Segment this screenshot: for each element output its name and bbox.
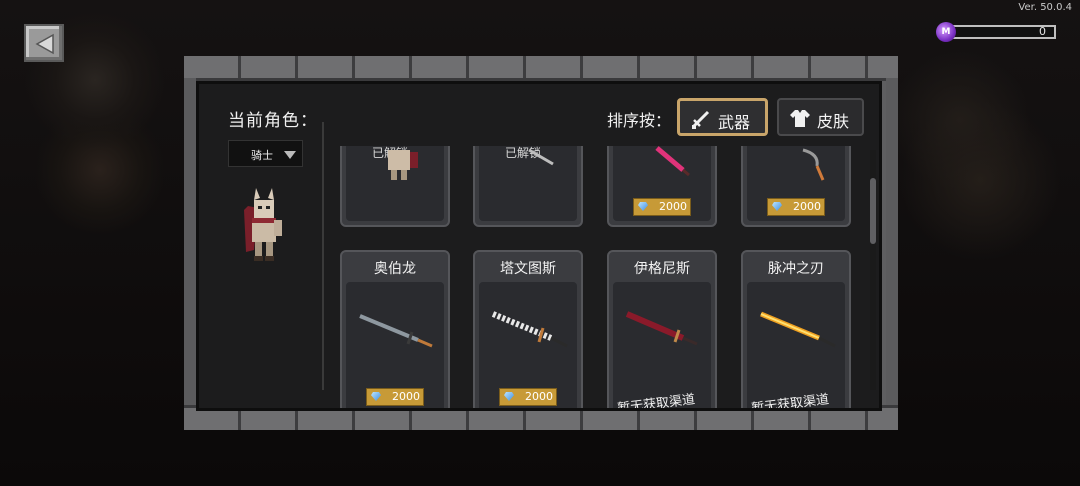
sort-label: 排序按： <box>607 111 672 130</box>
longsword-sprite <box>359 314 433 348</box>
frame-left <box>184 78 196 408</box>
weapon-sprite <box>528 148 554 166</box>
card-name: 脉冲之刃 <box>768 261 824 277</box>
currency-bar: 0 M <box>936 22 1058 42</box>
item-card[interactable]: 奥伯龙 2000 <box>340 250 450 408</box>
price-tag: 2000 <box>633 198 691 216</box>
frame-top <box>184 56 898 81</box>
item-card[interactable]: 2000 <box>607 146 717 227</box>
crimson-sword-sprite <box>625 311 698 346</box>
item-card[interactable]: 已解锁 <box>340 146 450 227</box>
scroll-thumb[interactable] <box>870 178 876 244</box>
item-card[interactable]: 伊格尼斯 暂无获取渠道 <box>607 250 717 408</box>
sword-icon <box>692 110 710 129</box>
chevron-down-icon <box>284 151 296 159</box>
sort-skin-button[interactable]: 皮肤 <box>777 98 864 136</box>
panel-divider <box>322 122 324 390</box>
frame-right <box>886 78 898 408</box>
version-label: Ver. 50.0.4 <box>1018 2 1072 13</box>
item-card[interactable]: 塔文图斯 2000 <box>473 250 583 408</box>
item-card[interactable]: 2000 <box>741 146 851 227</box>
price-tag: 2000 <box>499 388 557 406</box>
price-value: 2000 <box>525 390 553 403</box>
back-button[interactable] <box>24 24 64 62</box>
item-card[interactable]: 已解锁 <box>473 146 583 227</box>
diamond-icon <box>638 202 648 211</box>
role-dropdown-value: 骑士 <box>251 149 273 162</box>
card-name: 伊格尼斯 <box>634 261 690 277</box>
scythe-weapon-sprite <box>802 148 825 181</box>
spiked-sword-sprite <box>491 311 568 348</box>
sort-skin-label: 皮肤 <box>817 112 850 131</box>
price-tag: 2000 <box>767 198 825 216</box>
price-value: 2000 <box>793 200 821 213</box>
card-name: 奥伯龙 <box>374 261 416 277</box>
sort-weapon-button[interactable]: 武器 <box>677 98 768 136</box>
diamond-icon <box>504 392 514 401</box>
price-value: 2000 <box>659 200 687 213</box>
diamond-icon <box>772 202 782 211</box>
diamond-icon <box>371 392 381 401</box>
card-name: 塔文图斯 <box>500 261 556 277</box>
sort-weapon-label: 武器 <box>718 113 751 132</box>
price-tag: 2000 <box>366 388 424 406</box>
current-role-label: 当前角色： <box>228 111 318 131</box>
item-card[interactable]: 脉冲之刃 暂无获取渠道 <box>741 250 851 408</box>
currency-track: 0 <box>948 25 1056 39</box>
role-dropdown[interactable]: 骑士 <box>228 140 303 167</box>
purple-gem-coin-icon: M <box>936 22 956 42</box>
skin-sprite <box>388 150 418 180</box>
price-value: 2000 <box>392 390 420 403</box>
scrollbar[interactable] <box>870 150 876 390</box>
shirt-icon <box>790 110 810 127</box>
pulse-blade-sprite <box>760 311 836 348</box>
knight-character-sprite <box>244 188 282 261</box>
currency-value: 0 <box>1039 25 1046 38</box>
item-grid[interactable]: 已解锁 已解锁 2000 2000 <box>330 146 864 408</box>
back-arrow-icon <box>35 33 54 55</box>
pink-weapon-sprite <box>655 146 690 176</box>
